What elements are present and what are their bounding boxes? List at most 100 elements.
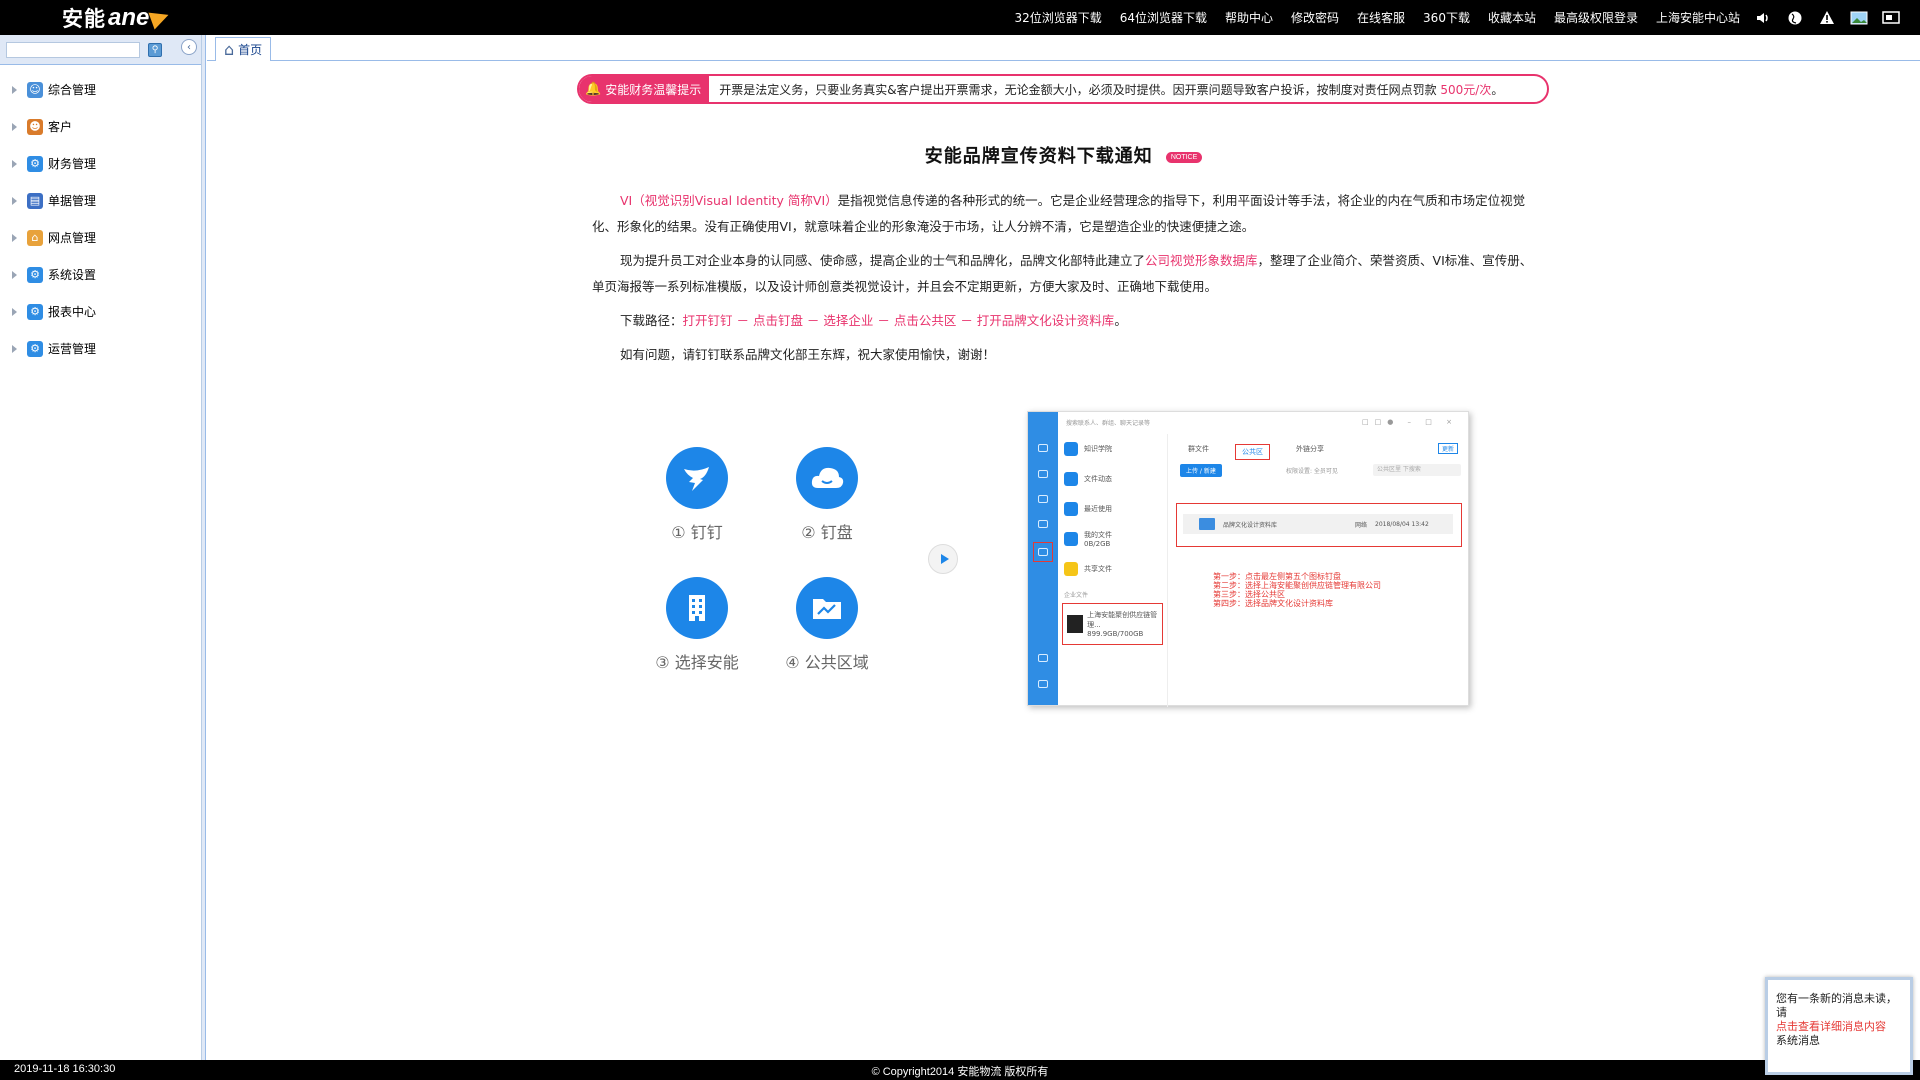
notice-text-end: 。 bbox=[1491, 82, 1504, 97]
topnav-item[interactable]: 帮助中心 bbox=[1225, 9, 1273, 26]
tab-home[interactable]: ⌂ 首页 bbox=[215, 37, 272, 61]
screenshot-left-label: 文件动态 bbox=[1084, 475, 1112, 483]
building-icon bbox=[666, 577, 728, 639]
screen-icon[interactable] bbox=[1882, 9, 1900, 27]
expand-arrow-icon[interactable] bbox=[12, 307, 17, 316]
cog-icon: ⚙ bbox=[27, 155, 43, 172]
edit-icon bbox=[1038, 470, 1048, 478]
top-bar: 安能 ane 32位浏览器下载 64位浏览器下载 帮助中心 修改密码 在线客服 … bbox=[0, 0, 1920, 35]
topnav-item[interactable]: 最高级权限登录 bbox=[1554, 9, 1638, 26]
chat-icon bbox=[1038, 444, 1048, 452]
sidebar-item[interactable]: ☺ 综合管理 bbox=[0, 71, 201, 108]
popup-message-text: 您有一条新的消息未读，请 bbox=[1776, 992, 1897, 1019]
folder-date: 2018/08/04 13:42 bbox=[1375, 520, 1429, 528]
notice-text: 开票是法定义务，只要业务真实&客户提出开票需求，无论金额大小，必须及时提供。因开… bbox=[709, 81, 1503, 98]
article-paragraph: VI（视觉识别Visual Identity 简称VI）是指视觉信息传递的各种形… bbox=[592, 188, 1542, 240]
dingtalk-screenshot: 搜索联系人、群组、聊天记录等 □□● – □ × 知识学院 文件动态 最近使用 … bbox=[1027, 411, 1469, 707]
expand-arrow-icon[interactable] bbox=[12, 122, 17, 131]
sidebar-item[interactable]: ⚙ 报表中心 bbox=[0, 293, 201, 330]
expand-arrow-icon[interactable] bbox=[12, 196, 17, 205]
article-paragraph: 如有问题，请钉钉联系品牌文化部王东辉，祝大家使用愉快，谢谢！ bbox=[620, 347, 996, 362]
app-logo[interactable]: 安能 ane bbox=[62, 4, 172, 31]
tab-home-label: 首页 bbox=[238, 43, 263, 57]
users-icon: ☺ bbox=[27, 81, 43, 98]
topnav-item[interactable]: 修改密码 bbox=[1291, 9, 1339, 26]
topnav-item[interactable]: 360下载 bbox=[1423, 9, 1470, 26]
step-note: 第三步：选择公共区 bbox=[1213, 590, 1285, 599]
expand-arrow-icon[interactable] bbox=[12, 159, 17, 168]
my-files-size: 0B/2GB bbox=[1084, 540, 1111, 548]
topnav-item[interactable]: 64位浏览器下载 bbox=[1120, 9, 1207, 26]
sidebar-item[interactable]: ⚙ 运营管理 bbox=[0, 330, 201, 367]
volume-icon[interactable] bbox=[1754, 9, 1772, 27]
screenshot-tab: 外链分享 bbox=[1296, 445, 1324, 453]
phone-icon bbox=[1038, 520, 1048, 528]
paragraph-text: 现为提升员工对企业本身的认同感、使命感，提高企业的士气和品牌化，品牌文化部特此建… bbox=[620, 253, 1146, 268]
paragraph-text: 下载路径： bbox=[620, 313, 683, 328]
screenshot-rail bbox=[1028, 412, 1058, 705]
sidebar-item[interactable]: ⌂ 网点管理 bbox=[0, 219, 201, 256]
screenshot-search: 搜索联系人、群组、聊天记录等 bbox=[1066, 420, 1151, 427]
enterprise-text: 上海安能聚创供应链管理... 899.9GB/700GB bbox=[1087, 610, 1162, 638]
download-steps: ① 钉钉 ② 钉盘 ③ 选择安能 ④ 公共区域 bbox=[637, 447, 917, 707]
topnav-item[interactable]: 在线客服 bbox=[1357, 9, 1405, 26]
step-item: ④ 公共区域 bbox=[767, 577, 887, 673]
collapse-sidebar-icon[interactable]: ‹ bbox=[181, 39, 197, 55]
screenshot-left-item: 我的文件 0B/2GB bbox=[1058, 524, 1167, 554]
search-icon[interactable]: ⚲ bbox=[148, 43, 162, 57]
sidebar-item[interactable]: ⚙ 财务管理 bbox=[0, 145, 201, 182]
folder-owner: 网络 bbox=[1355, 521, 1368, 529]
current-station-label[interactable]: 上海安能中心站 bbox=[1656, 9, 1740, 26]
warning-icon[interactable] bbox=[1818, 9, 1836, 27]
highlight-box bbox=[1033, 542, 1053, 562]
topnav-item[interactable]: 32位浏览器下载 bbox=[1014, 9, 1101, 26]
app-icon bbox=[1064, 502, 1078, 516]
sidebar-search-row: ⚲ ‹ bbox=[0, 35, 201, 65]
screenshot-left-label: 最近使用 bbox=[1084, 505, 1112, 513]
screenshot-left-item: 文件动态 bbox=[1058, 464, 1167, 494]
sidebar-item[interactable]: ☻ 客户 bbox=[0, 108, 201, 145]
play-button[interactable] bbox=[928, 544, 958, 574]
sidebar-splitter[interactable] bbox=[202, 35, 206, 1060]
screenshot-tab-public: 公共区 bbox=[1235, 444, 1270, 460]
notice-fine-amount: 500元/次 bbox=[1440, 82, 1492, 97]
expand-arrow-icon[interactable] bbox=[12, 233, 17, 242]
folder-row: 品牌文化设计资料库 网络 2018/08/04 13:42 bbox=[1183, 514, 1453, 534]
app-icon bbox=[1064, 532, 1078, 546]
sidebar-item-label: 综合管理 bbox=[48, 83, 97, 97]
step-note: 第二步：选择上海安能聚创供应链管理有限公司 bbox=[1213, 581, 1381, 590]
main-content: 🔔 安能财务温馨提示 开票是法定义务，只要业务真实&客户提出开票需求，无论金额大… bbox=[207, 62, 1920, 1060]
screenshot-left-label: 共享文件 bbox=[1084, 565, 1112, 573]
expand-arrow-icon[interactable] bbox=[12, 85, 17, 94]
article-body: VI（视觉识别Visual Identity 简称VI）是指视觉信息传递的各种形… bbox=[592, 188, 1542, 376]
share-icon bbox=[1064, 562, 1078, 576]
screenshot-left-item: 知识学院 bbox=[1058, 434, 1167, 464]
sidebar: ⚲ ‹ ☺ 综合管理 ☻ 客户 ⚙ 财务管理 ▤ 单据管理 ⌂ 网点管理 ⚙ 系… bbox=[0, 35, 202, 1060]
database-highlight: 公司视觉形象数据库 bbox=[1145, 253, 1258, 268]
finance-notice-bar: 🔔 安能财务温馨提示 开票是法定义务，只要业务真实&客户提出开票需求，无论金额大… bbox=[577, 74, 1549, 104]
folder-row-highlight: 品牌文化设计资料库 网络 2018/08/04 13:42 bbox=[1176, 503, 1462, 547]
apps-icon bbox=[1038, 654, 1048, 662]
expand-arrow-icon[interactable] bbox=[12, 270, 17, 279]
sidebar-search-input[interactable] bbox=[6, 42, 140, 58]
message-popup[interactable]: 您有一条新的消息未读，请 点击查看详细消息内容 系统消息 bbox=[1765, 977, 1913, 1075]
vi-definition-highlight: VI（视觉识别Visual Identity 简称VI） bbox=[620, 193, 838, 208]
screenshot-left-label: 我的文件 0B/2GB bbox=[1084, 530, 1112, 548]
house-icon: ⌂ bbox=[27, 229, 43, 246]
sidebar-item[interactable]: ▤ 单据管理 bbox=[0, 182, 201, 219]
sidebar-item[interactable]: ⚙ 系统设置 bbox=[0, 256, 201, 293]
topnav-item[interactable]: 收藏本站 bbox=[1488, 9, 1536, 26]
article-title-row: 安能品牌宣传资料下载通知 NOTICE bbox=[207, 142, 1920, 168]
folder-icon bbox=[1199, 518, 1215, 530]
globe-icon[interactable] bbox=[1786, 9, 1804, 27]
screenshot-search-box: 公共区里 下搜索 bbox=[1373, 464, 1461, 476]
picture-icon[interactable] bbox=[1850, 9, 1868, 27]
screenshot-left-panel: 知识学院 文件动态 最近使用 我的文件 0B/2GB 共享文件 企业文件 上海安能… bbox=[1058, 434, 1168, 707]
step-item: ② 钉盘 bbox=[767, 447, 887, 543]
sidebar-item-label: 客户 bbox=[48, 120, 73, 134]
cog-icon: ⚙ bbox=[27, 340, 43, 357]
sidebar-item-label: 运营管理 bbox=[48, 342, 97, 356]
popup-view-link[interactable]: 点击查看详细消息内容 bbox=[1776, 1020, 1902, 1034]
expand-arrow-icon[interactable] bbox=[12, 344, 17, 353]
window-controls-icon: □□● – □ × bbox=[1362, 418, 1458, 426]
